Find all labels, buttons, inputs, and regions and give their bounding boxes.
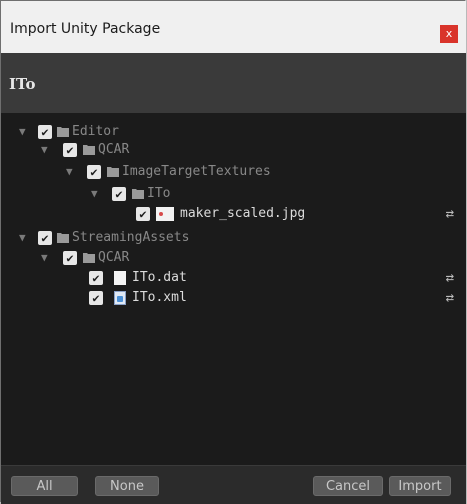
tree-label: QCAR <box>98 142 130 157</box>
checkbox[interactable]: ✔ <box>87 165 101 179</box>
expand-arrow-icon[interactable]: ▼ <box>41 141 48 159</box>
tree-label: ITo <box>147 186 171 201</box>
checkbox[interactable]: ✔ <box>38 125 52 139</box>
reimport-icon: ⇄ <box>445 270 454 286</box>
expand-arrow-icon[interactable]: ▼ <box>91 185 98 203</box>
checkbox[interactable]: ✔ <box>112 187 126 201</box>
tree-row-imagetargettextures[interactable]: ▼ ✔ ImageTargetTextures <box>1 163 466 181</box>
checkbox[interactable]: ✔ <box>38 231 52 245</box>
folder-icon <box>132 189 144 199</box>
tree-label: StreamingAssets <box>72 230 190 245</box>
close-button[interactable]: x <box>440 25 458 43</box>
import-unity-package-dialog: Import Unity Package x ITo ▼ ✔ Editor ▼ … <box>0 0 466 504</box>
tree-row-ito-xml[interactable]: ✔ ITo.xml ⇄ <box>1 289 466 307</box>
checkbox[interactable]: ✔ <box>89 291 103 305</box>
tree-label: ITo.xml <box>132 290 187 305</box>
asset-tree: ▼ ✔ Editor ▼ ✔ QCAR ▼ ✔ ImageTargetTextu… <box>1 113 466 465</box>
window-title: Import Unity Package <box>10 21 161 37</box>
folder-icon <box>57 127 69 137</box>
package-header: ITo <box>1 53 466 114</box>
folder-icon <box>107 167 119 177</box>
checkbox[interactable]: ✔ <box>63 143 77 157</box>
expand-arrow-icon[interactable]: ▼ <box>19 123 26 141</box>
expand-arrow-icon[interactable]: ▼ <box>19 229 26 247</box>
tree-label: Editor <box>72 124 119 139</box>
import-button[interactable]: Import <box>389 476 451 496</box>
package-name: ITo <box>9 75 36 93</box>
reimport-icon: ⇄ <box>445 206 454 222</box>
tree-row-editor[interactable]: ▼ ✔ Editor <box>1 123 466 141</box>
folder-icon <box>83 253 95 263</box>
tree-label: QCAR <box>98 250 130 265</box>
title-bar: Import Unity Package x <box>1 1 466 54</box>
checkbox[interactable]: ✔ <box>63 251 77 265</box>
xml-file-icon <box>114 291 126 305</box>
tree-label: ITo.dat <box>132 270 187 285</box>
cancel-button[interactable]: Cancel <box>313 476 383 496</box>
checkbox[interactable]: ✔ <box>136 207 150 221</box>
tree-label: ImageTargetTextures <box>122 164 271 179</box>
tree-label: maker_scaled.jpg <box>180 206 306 221</box>
dialog-footer: All None Cancel Import <box>1 465 466 504</box>
tree-row-ito-folder[interactable]: ▼ ✔ ITo <box>1 185 466 203</box>
folder-icon <box>57 233 69 243</box>
select-none-button[interactable]: None <box>95 476 159 496</box>
tree-row-maker-scaled-jpg[interactable]: ✔ maker_scaled.jpg ⇄ <box>1 205 466 223</box>
tree-row-streamingassets[interactable]: ▼ ✔ StreamingAssets <box>1 229 466 247</box>
checkbox[interactable]: ✔ <box>89 271 103 285</box>
expand-arrow-icon[interactable]: ▼ <box>66 163 73 181</box>
folder-icon <box>83 145 95 155</box>
expand-arrow-icon[interactable]: ▼ <box>41 249 48 267</box>
tree-row-ito-dat[interactable]: ✔ ITo.dat ⇄ <box>1 269 466 287</box>
tree-row-qcar-streaming[interactable]: ▼ ✔ QCAR <box>1 249 466 267</box>
image-thumbnail-icon <box>156 207 174 221</box>
tree-row-qcar[interactable]: ▼ ✔ QCAR <box>1 141 466 159</box>
reimport-icon: ⇄ <box>445 290 454 306</box>
file-icon <box>114 271 126 285</box>
select-all-button[interactable]: All <box>11 476 78 496</box>
